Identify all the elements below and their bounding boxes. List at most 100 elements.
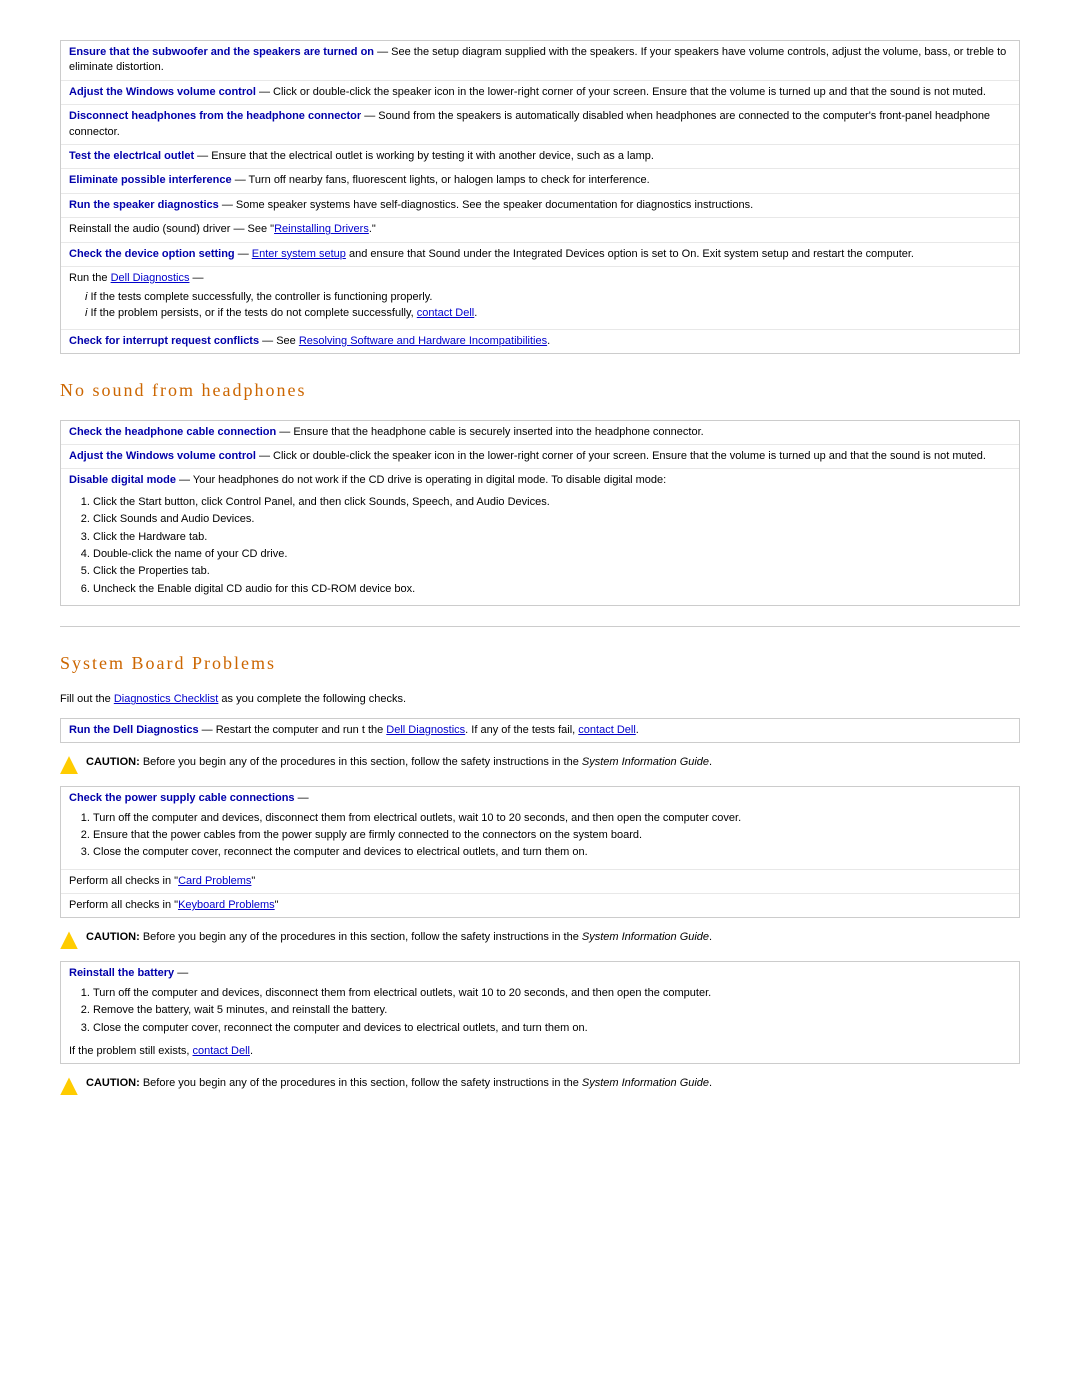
speaker-diagnostics-row: Run the speaker diagnostics — Some speak… xyxy=(61,194,1019,218)
headphone-cable-row: Check the headphone cable connection — E… xyxy=(61,421,1019,445)
reinstalling-drivers-link[interactable]: Reinstalling Drivers xyxy=(274,223,369,235)
disable-digital-text: Your headphones do not work if the CD dr… xyxy=(193,474,666,486)
caution-icon-1 xyxy=(60,756,78,774)
check-device-text: and ensure that Sound under the Integrat… xyxy=(349,248,914,260)
run-dell-diag-board-bold: Run the Dell Diagnostics xyxy=(69,724,199,736)
run-dell-diag-sound-row: Run the Dell Diagnostics — If the tests … xyxy=(61,267,1019,330)
headphone-volume-text: Click or double-click the speaker icon i… xyxy=(273,450,986,462)
test-electrical-bold: Test the electrIcal outlet xyxy=(69,150,194,162)
headphone-volume-row: Adjust the Windows volume control — Clic… xyxy=(61,445,1019,469)
disable-digital-dash: — xyxy=(179,474,193,486)
perform-card-problems-row: Perform all checks in "Card Problems" xyxy=(61,870,1019,894)
contact-dell-link-3[interactable]: contact Dell xyxy=(193,1045,250,1057)
eliminate-interference-row: Eliminate possible interference — Turn o… xyxy=(61,169,1019,193)
eliminate-interference-bold: Eliminate possible interference xyxy=(69,174,232,186)
digital-step-3: Click the Hardware tab. xyxy=(93,530,1011,545)
disconnect-headphones-dash: — xyxy=(364,110,378,122)
disconnect-headphones-row: Disconnect headphones from the headphone… xyxy=(61,105,1019,145)
digital-step-4: Double-click the name of your CD drive. xyxy=(93,547,1011,562)
battery-step-3: Close the computer cover, reconnect the … xyxy=(93,1021,1011,1036)
caution-text-3: CAUTION: Before you begin any of the pro… xyxy=(86,1076,712,1091)
disable-digital-steps: Click the Start button, click Control Pa… xyxy=(69,495,1011,597)
reinstall-audio-row: Reinstall the audio (sound) driver — See… xyxy=(61,218,1019,242)
run-dell-diag-board-row: Run the Dell Diagnostics — Restart the c… xyxy=(61,719,1019,742)
battery-footer: If the problem still exists, contact Del… xyxy=(69,1044,1011,1059)
contact-dell-link-2[interactable]: contact Dell xyxy=(578,724,635,736)
disable-digital-bold: Disable digital mode xyxy=(69,474,176,486)
reinstall-battery-dash: — xyxy=(177,967,188,979)
speaker-diagnostics-dash: — xyxy=(222,199,236,211)
test-electrical-dash: — xyxy=(197,150,211,162)
caution-block-3: CAUTION: Before you begin any of the pro… xyxy=(60,1076,1020,1095)
check-interrupt-row: Check for interrupt request conflicts — … xyxy=(61,330,1019,353)
disable-digital-mode-row: Disable digital mode — Your headphones d… xyxy=(61,469,1019,605)
subwoofer-dash: — xyxy=(377,46,391,58)
reinstall-battery-bold: Reinstall the battery xyxy=(69,967,174,979)
section-divider xyxy=(60,626,1020,627)
caution-block-2: CAUTION: Before you begin any of the pro… xyxy=(60,930,1020,949)
battery-steps: Turn off the computer and devices, disco… xyxy=(69,986,1011,1036)
windows-volume-text: Click or double-click the speaker icon i… xyxy=(273,86,986,98)
check-interrupt-text: See Resolving Software and Hardware Inco… xyxy=(276,335,550,347)
headphone-cable-bold: Check the headphone cable connection xyxy=(69,426,276,438)
battery-step-2: Remove the battery, wait 5 minutes, and … xyxy=(93,1003,1011,1018)
sound-issues-box: Ensure that the subwoofer and the speake… xyxy=(60,40,1020,354)
subwoofer-row: Ensure that the subwoofer and the speake… xyxy=(61,41,1019,81)
reinstall-audio-text: Reinstall the audio (sound) driver — See… xyxy=(69,223,376,235)
windows-volume-row: Adjust the Windows volume control — Clic… xyxy=(61,81,1019,105)
digital-step-1: Click the Start button, click Control Pa… xyxy=(93,495,1011,510)
power-supply-dash: — xyxy=(298,792,309,804)
headphones-box: Check the headphone cable connection — E… xyxy=(60,420,1020,607)
power-supply-steps: Turn off the computer and devices, disco… xyxy=(69,811,1011,861)
headphone-volume-dash: — xyxy=(259,450,273,462)
digital-step-6: Uncheck the Enable digital CD audio for … xyxy=(93,582,1011,597)
battery-box: Reinstall the battery — Turn off the com… xyxy=(60,961,1020,1064)
diagnostics-checklist-link[interactable]: Diagnostics Checklist xyxy=(114,693,219,705)
perform-keyboard-problems-row: Perform all checks in "Keyboard Problems… xyxy=(61,894,1019,917)
power-supply-box: Check the power supply cable connections… xyxy=(60,786,1020,918)
dell-diagnostics-link-2[interactable]: Dell Diagnostics xyxy=(386,724,465,736)
caution-text-1: CAUTION: Before you begin any of the pro… xyxy=(86,755,712,770)
run-dell-diag-text: Run the Dell Diagnostics — xyxy=(69,272,204,284)
reinstall-battery-row: Reinstall the battery — Turn off the com… xyxy=(61,962,1019,1063)
power-supply-bold: Check the power supply cable connections xyxy=(69,792,295,804)
power-step-2: Ensure that the power cables from the po… xyxy=(93,828,1011,843)
headphones-section-title: No sound from headphones xyxy=(60,378,1020,403)
battery-step-1: Turn off the computer and devices, disco… xyxy=(93,986,1011,1001)
system-board-title: System Board Problems xyxy=(60,651,1020,676)
card-problems-link[interactable]: Card Problems xyxy=(178,875,251,887)
resolving-software-link[interactable]: Resolving Software and Hardware Incompat… xyxy=(299,335,547,347)
system-board-intro: Fill out the Diagnostics Checklist as yo… xyxy=(60,692,1020,707)
run-dell-diag-board-box: Run the Dell Diagnostics — Restart the c… xyxy=(60,718,1020,743)
check-device-dash: — xyxy=(238,248,252,260)
headphone-volume-bold: Adjust the Windows volume control xyxy=(69,450,256,462)
perform-keyboard-text: Perform all checks in "Keyboard Problems… xyxy=(69,899,279,911)
caution-text-2: CAUTION: Before you begin any of the pro… xyxy=(86,930,712,945)
headphone-cable-dash: — xyxy=(279,426,293,438)
test-electrical-text: Ensure that the electrical outlet is wor… xyxy=(211,150,654,162)
check-device-option-row: Check the device option setting — Enter … xyxy=(61,243,1019,267)
check-device-bold: Check the device option setting xyxy=(69,248,235,260)
diag-bullet-2: If the problem persists, or if the tests… xyxy=(85,306,1011,321)
windows-volume-bold: Adjust the Windows volume control xyxy=(69,86,256,98)
contact-dell-link-1[interactable]: contact Dell xyxy=(417,307,474,319)
run-dell-diag-board-dash: — xyxy=(202,724,216,736)
digital-step-5: Click the Properties tab. xyxy=(93,564,1011,579)
keyboard-problems-link[interactable]: Keyboard Problems xyxy=(178,899,275,911)
check-interrupt-dash: — xyxy=(262,335,276,347)
speaker-diagnostics-text: Some speaker systems have self-diagnosti… xyxy=(236,199,753,211)
power-step-3: Close the computer cover, reconnect the … xyxy=(93,845,1011,860)
dell-diagnostics-link[interactable]: Dell Diagnostics xyxy=(111,272,190,284)
perform-card-text: Perform all checks in "Card Problems" xyxy=(69,875,255,887)
eliminate-interference-text: Turn off nearby fans, fluorescent lights… xyxy=(249,174,650,186)
dell-diag-bullets: If the tests complete successfully, the … xyxy=(69,290,1011,321)
headphone-cable-text: Ensure that the headphone cable is secur… xyxy=(293,426,703,438)
caution-icon-2 xyxy=(60,931,78,949)
digital-step-2: Click Sounds and Audio Devices. xyxy=(93,512,1011,527)
speaker-diagnostics-bold: Run the speaker diagnostics xyxy=(69,199,219,211)
enter-system-setup-link[interactable]: Enter system setup xyxy=(252,248,346,260)
caution-block-1: CAUTION: Before you begin any of the pro… xyxy=(60,755,1020,774)
power-supply-row: Check the power supply cable connections… xyxy=(61,787,1019,870)
subwoofer-bold: Ensure that the subwoofer and the speake… xyxy=(69,46,374,58)
eliminate-interference-dash: — xyxy=(235,174,249,186)
